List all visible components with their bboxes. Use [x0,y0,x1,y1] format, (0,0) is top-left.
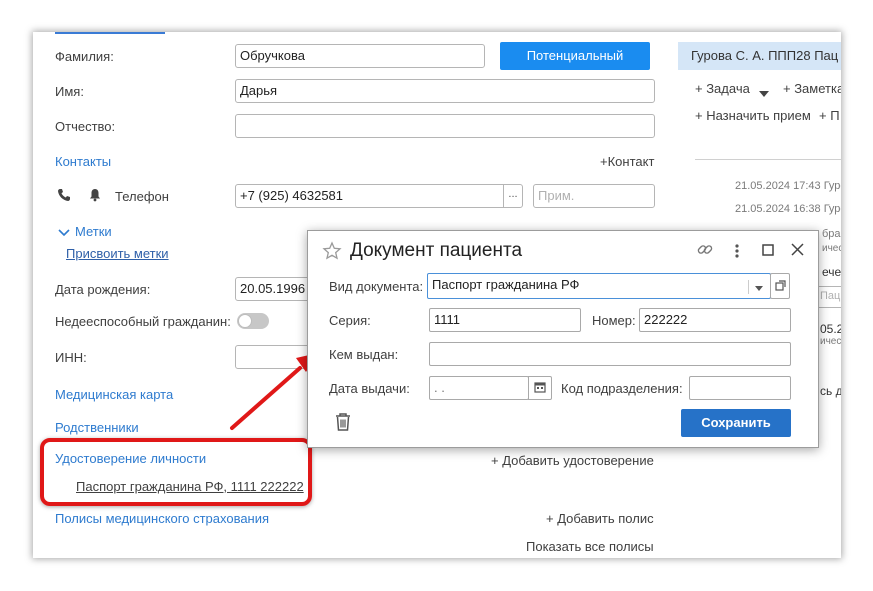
doc-type-label: Вид документа: [329,279,424,294]
close-icon[interactable] [791,243,804,259]
patient-document-dialog: Документ пациента Вид документа: Паспорт… [307,230,819,448]
dropdown-arrow-icon[interactable] [748,280,763,294]
more-vertical-icon[interactable] [732,242,742,263]
save-button[interactable]: Сохранить [681,409,791,437]
star-icon[interactable] [322,241,342,264]
maximize-icon[interactable] [762,244,774,259]
open-form-icon [775,280,786,291]
calendar-icon [534,382,546,393]
number-input[interactable]: 222222 [639,308,791,332]
dialog-title: Документ пациента [350,240,523,261]
doc-type-select[interactable]: Паспорт гражданина РФ [427,273,771,299]
calendar-button[interactable] [528,376,552,400]
trash-icon[interactable] [334,412,352,435]
issued-by-input[interactable] [429,342,791,366]
series-input[interactable]: 1111 [429,308,581,332]
series-label: Серия: [329,313,371,328]
open-doc-type-button[interactable] [770,273,790,299]
number-label: Номер: [592,313,636,328]
issued-by-label: Кем выдан: [329,347,399,362]
division-code-input[interactable] [689,376,791,400]
link-icon[interactable] [696,241,714,262]
issue-date-label: Дата выдачи: [329,381,410,396]
issue-date-input[interactable]: . . [429,376,529,400]
division-code-label: Код подразделения: [561,381,683,396]
